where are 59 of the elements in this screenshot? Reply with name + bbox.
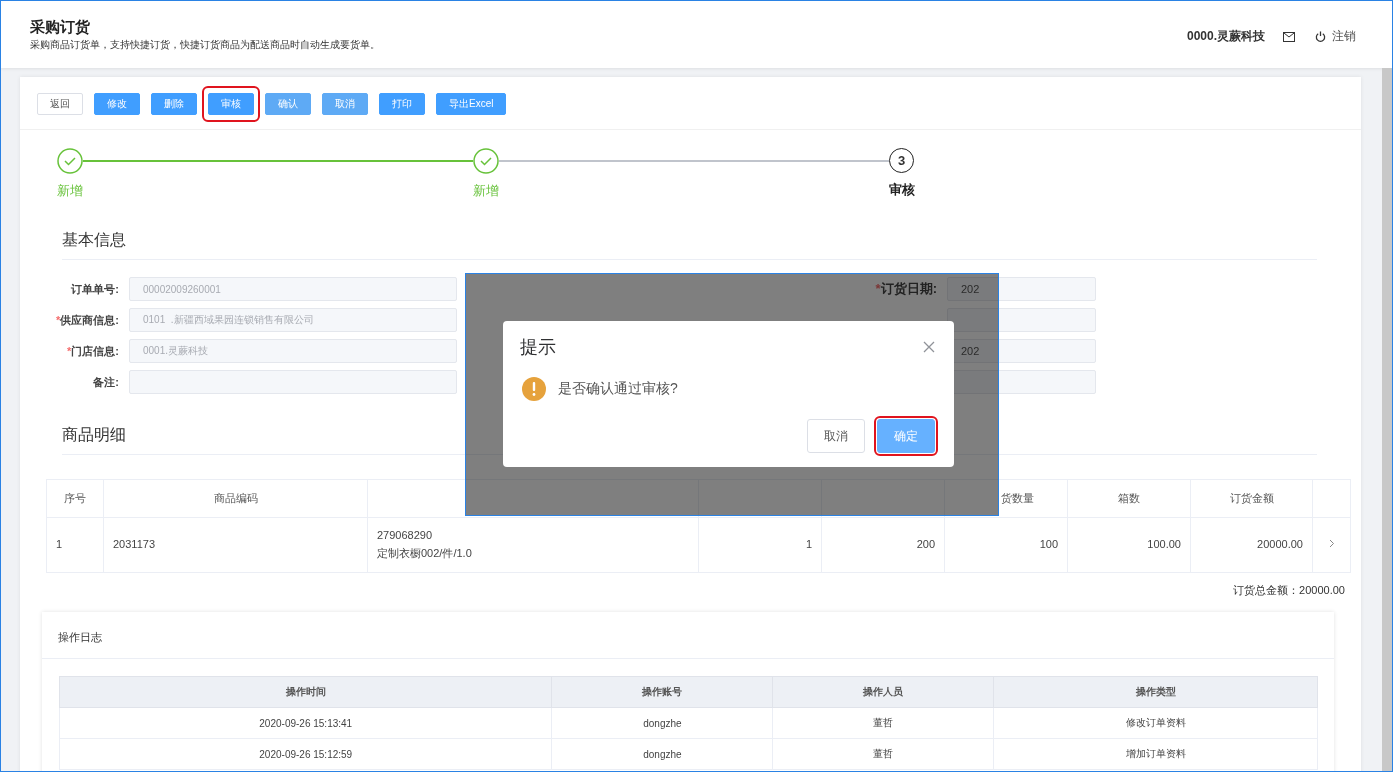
table-cell: 100.00 [1067, 517, 1191, 573]
page-subtitle: 采购商品订货单，支持快捷订货，快捷订货商品为配送商品时自动生成要货单。 [30, 39, 380, 52]
mail-icon[interactable] [1283, 31, 1295, 42]
toolbar-button[interactable]: 导出Excel [436, 93, 507, 115]
required-mark: * [67, 344, 72, 357]
column-header: 操作时间 [59, 676, 552, 708]
field-label: 供应商信息: [60, 313, 119, 326]
store-name: 0000.灵蕨科技 [1186, 28, 1265, 45]
column-header: 货数量 [944, 479, 1068, 518]
step-title: 审核 [889, 181, 916, 199]
table-cell: dongzhe [552, 738, 773, 770]
table-cell: 2020-09-26 15:12:59 [59, 738, 552, 770]
step-title: 新增 [473, 182, 500, 200]
column-header: 操作类型 [993, 676, 1318, 708]
order-total: 订货总金额：20000.00 [1233, 583, 1345, 598]
table-cell: 2020-09-26 15:13:41 [59, 707, 552, 739]
column-header: 订货金额 [1190, 479, 1313, 518]
column-header: 商品编码 [103, 479, 368, 518]
field-label: 门店信息: [71, 344, 119, 357]
table-cell: 2031173 [103, 517, 368, 573]
column-header: 箱数 [1067, 479, 1191, 518]
section-title: 基本信息 [62, 230, 1317, 260]
column-header: 操作账号 [552, 676, 773, 708]
toolbar-button[interactable]: 返回 [37, 93, 83, 115]
dialog-message: 是否确认通过审核? [558, 380, 678, 398]
step-title: 新增 [57, 182, 84, 200]
table-cell: 增加订单资料 [993, 738, 1318, 770]
toolbar-button[interactable]: 审核 [208, 93, 254, 115]
scrollbar[interactable] [1382, 68, 1392, 771]
table-cell: 修改订单资料 [993, 707, 1318, 739]
table-cell: 1 [698, 517, 822, 573]
field-label: 订货日期: [880, 281, 937, 296]
table-cell: dongzhe [552, 707, 773, 739]
log-title: 操作日志 [42, 612, 1334, 659]
table-cell: 279068290 定制衣橱002/件/1.0 [367, 517, 699, 573]
required-mark: * [56, 313, 61, 326]
table-cell: 200 [821, 517, 945, 573]
toolbar-button[interactable]: 修改 [94, 93, 140, 115]
dialog-button[interactable]: 确定 [877, 419, 935, 453]
toolbar-button[interactable]: 删除 [151, 93, 197, 115]
warning-icon [522, 377, 546, 401]
toolbar-button[interactable]: 打印 [379, 93, 425, 115]
logout-link[interactable]: 注销 [1315, 28, 1356, 45]
field-label: 备注: [93, 375, 119, 388]
table-cell: 100 [944, 517, 1068, 573]
power-icon [1315, 31, 1326, 42]
column-header: 序号 [46, 479, 104, 518]
dialog-button[interactable]: 取消 [807, 419, 865, 453]
field-label: 订单单号: [71, 282, 119, 295]
table-cell: 20000.00 [1190, 517, 1313, 573]
required-mark: * [875, 281, 881, 296]
table-cell: 董哲 [772, 738, 994, 770]
close-icon[interactable] [923, 341, 935, 353]
column-header: 操作人员 [772, 676, 994, 708]
table-cell: 董哲 [772, 707, 994, 739]
table-cell: 1 [46, 517, 104, 573]
page-title: 采购订货 [30, 18, 91, 37]
dialog-title: 提示 [520, 336, 556, 359]
chevron-right-icon[interactable] [1328, 539, 1335, 549]
